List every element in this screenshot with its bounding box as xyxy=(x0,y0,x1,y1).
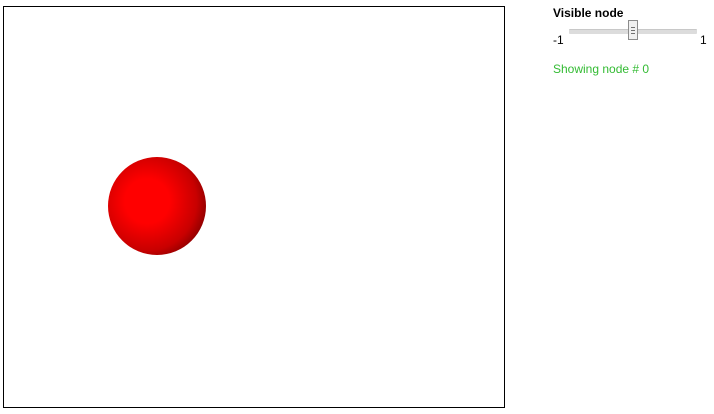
red-sphere-node[interactable] xyxy=(108,157,206,255)
slider-max-label: 1 xyxy=(700,33,707,47)
slider-min-label: -1 xyxy=(553,33,564,47)
slider-title: Visible node xyxy=(553,6,624,20)
3d-viewport[interactable] xyxy=(3,6,505,408)
visible-node-slider[interactable] xyxy=(569,20,697,40)
slider-thumb[interactable] xyxy=(628,20,638,40)
grip-line xyxy=(631,27,635,28)
grip-line xyxy=(631,30,635,31)
grip-line xyxy=(631,33,635,34)
status-text: Showing node # 0 xyxy=(553,62,650,76)
